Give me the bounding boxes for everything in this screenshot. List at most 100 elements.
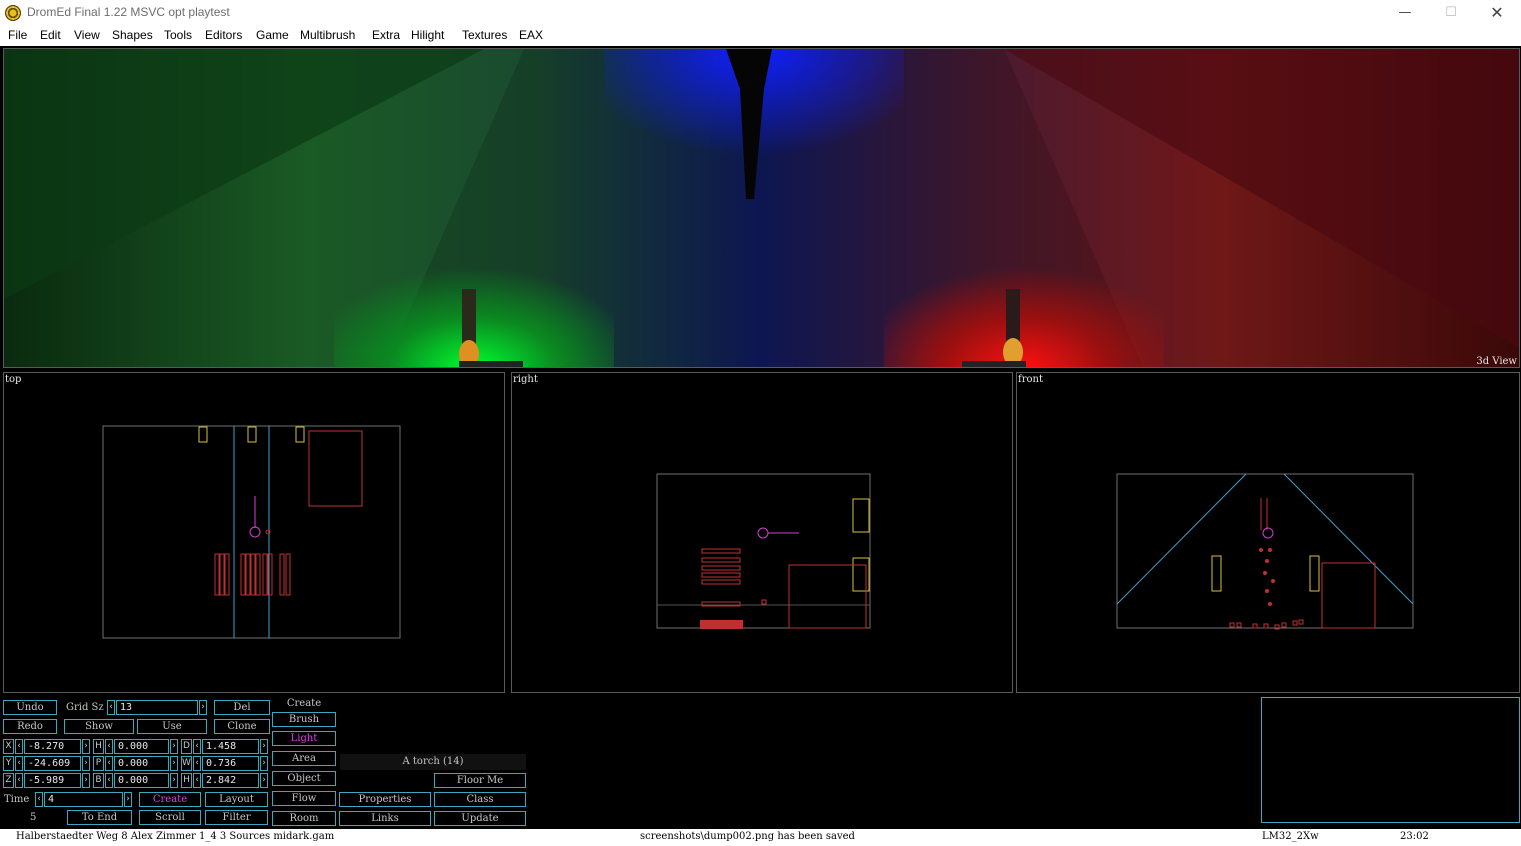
brush-button[interactable]: Brush <box>272 712 336 727</box>
app-icon <box>5 5 21 21</box>
menu-extra[interactable]: Extra <box>372 28 400 42</box>
use-button[interactable]: Use <box>137 719 207 734</box>
menu-hilight[interactable]: Hilight <box>411 28 444 42</box>
height-increase-icon[interactable]: › <box>260 773 268 788</box>
height-field[interactable]: 2.842 <box>202 773 259 788</box>
heading-decrease-icon[interactable]: ‹ <box>105 739 113 754</box>
pitch-field[interactable]: 0.000 <box>114 756 169 771</box>
delete-button[interactable]: Del <box>214 700 270 715</box>
width-field[interactable]: 0.736 <box>202 756 259 771</box>
viewport-right[interactable]: right <box>511 372 1013 693</box>
grid-decrease-icon[interactable]: ‹ <box>107 700 115 715</box>
create-time-button[interactable]: Create <box>139 792 201 807</box>
width-increase-icon[interactable]: › <box>260 756 268 771</box>
object-button[interactable]: Object <box>272 771 336 786</box>
pitch-decrease-icon[interactable]: ‹ <box>105 756 113 771</box>
y-label: Y <box>3 756 14 771</box>
heading-increase-icon[interactable]: › <box>170 739 178 754</box>
scroll-button[interactable]: Scroll <box>139 810 201 825</box>
menu-shapes[interactable]: Shapes <box>112 28 153 42</box>
update-button[interactable]: Update <box>434 811 526 826</box>
bank-label: B <box>93 773 104 788</box>
selected-object-name: A torch (14) <box>340 754 526 770</box>
class-button[interactable]: Class <box>434 792 526 807</box>
links-button[interactable]: Links <box>339 811 431 826</box>
menu-view[interactable]: View <box>74 28 100 42</box>
menu-bar: File Edit View Shapes Tools Editors Game… <box>0 26 1521 46</box>
title-bar: DromEd Final 1.22 MSVC opt playtest — ☐ … <box>0 0 1521 26</box>
close-button[interactable]: ✕ <box>1474 0 1520 26</box>
menu-editors[interactable]: Editors <box>205 28 242 42</box>
z-increase-icon[interactable]: › <box>82 773 90 788</box>
menu-textures[interactable]: Textures <box>462 28 507 42</box>
depth-increase-icon[interactable]: › <box>260 739 268 754</box>
menu-multibrush[interactable]: Multibrush <box>300 28 355 42</box>
x-label: X <box>3 739 14 754</box>
heading-field[interactable]: 0.000 <box>114 739 169 754</box>
status-clock: 23:02 <box>1400 831 1429 842</box>
properties-button[interactable]: Properties <box>339 792 431 807</box>
status-lightmap-mode: LM32_2Xw <box>1262 831 1319 842</box>
undo-button[interactable]: Undo <box>3 700 57 715</box>
to-end-button[interactable]: To End <box>67 810 132 825</box>
pitch-increase-icon[interactable]: › <box>170 756 178 771</box>
time-increase-icon[interactable]: › <box>124 792 132 807</box>
viewport-3d[interactable]: 3d View <box>3 48 1520 368</box>
y-increase-icon[interactable]: › <box>82 756 90 771</box>
x-increase-icon[interactable]: › <box>82 739 90 754</box>
heading-label: H <box>93 739 104 754</box>
time-label: Time <box>4 794 30 805</box>
x-decrease-icon[interactable]: ‹ <box>15 739 23 754</box>
right-schematic <box>656 473 871 629</box>
status-bar: Halberstaedter Weg 8 Alex Zimmer 1_4 3 S… <box>0 829 1521 846</box>
height-decrease-icon[interactable]: ‹ <box>193 773 201 788</box>
status-message: screenshots\dump002.png has been saved <box>640 831 855 842</box>
menu-eax[interactable]: EAX <box>519 28 543 42</box>
pitch-label: P <box>93 756 104 771</box>
bank-decrease-icon[interactable]: ‹ <box>105 773 113 788</box>
area-button[interactable]: Area <box>272 751 336 766</box>
depth-label: D <box>181 739 192 754</box>
frame-value: 5 <box>30 812 37 823</box>
minimize-button[interactable]: — <box>1382 0 1428 26</box>
grid-increase-icon[interactable]: › <box>199 700 207 715</box>
create-mode-header: Create <box>286 698 322 709</box>
flow-button[interactable]: Flow <box>272 791 336 806</box>
redo-button[interactable]: Redo <box>3 719 57 734</box>
viewport-3d-label: 3d View <box>1476 356 1517 367</box>
z-field[interactable]: -5.989 <box>24 773 81 788</box>
bank-increase-icon[interactable]: › <box>170 773 178 788</box>
grid-size-label: Grid Sz <box>66 702 104 713</box>
preview-panel[interactable] <box>1261 697 1520 823</box>
x-field[interactable]: -8.270 <box>24 739 81 754</box>
clone-button[interactable]: Clone <box>214 719 270 734</box>
3d-scene <box>4 49 1519 367</box>
menu-tools[interactable]: Tools <box>164 28 192 42</box>
room-button[interactable]: Room <box>272 811 336 826</box>
menu-edit[interactable]: Edit <box>40 28 61 42</box>
width-label: W <box>181 756 192 771</box>
filter-button[interactable]: Filter <box>205 810 268 825</box>
depth-field[interactable]: 1.458 <box>202 739 259 754</box>
viewport-front[interactable]: front <box>1016 372 1520 693</box>
depth-decrease-icon[interactable]: ‹ <box>193 739 201 754</box>
maximize-button[interactable]: ☐ <box>1428 0 1474 26</box>
z-label: Z <box>3 773 14 788</box>
floor-me-button[interactable]: Floor Me <box>434 773 526 788</box>
bank-field[interactable]: 0.000 <box>114 773 169 788</box>
y-field[interactable]: -24.609 <box>24 756 81 771</box>
top-schematic <box>102 425 401 639</box>
viewport-top[interactable]: top <box>3 372 505 693</box>
y-decrease-icon[interactable]: ‹ <box>15 756 23 771</box>
front-schematic <box>1116 473 1414 630</box>
z-decrease-icon[interactable]: ‹ <box>15 773 23 788</box>
menu-file[interactable]: File <box>8 28 27 42</box>
show-button[interactable]: Show <box>64 719 134 734</box>
time-field[interactable]: 4 <box>44 792 123 807</box>
grid-size-field[interactable]: 13 <box>116 700 198 715</box>
time-decrease-icon[interactable]: ‹ <box>35 792 43 807</box>
width-decrease-icon[interactable]: ‹ <box>193 756 201 771</box>
layout-button[interactable]: Layout <box>205 792 268 807</box>
light-button[interactable]: Light <box>272 731 336 746</box>
menu-game[interactable]: Game <box>256 28 289 42</box>
